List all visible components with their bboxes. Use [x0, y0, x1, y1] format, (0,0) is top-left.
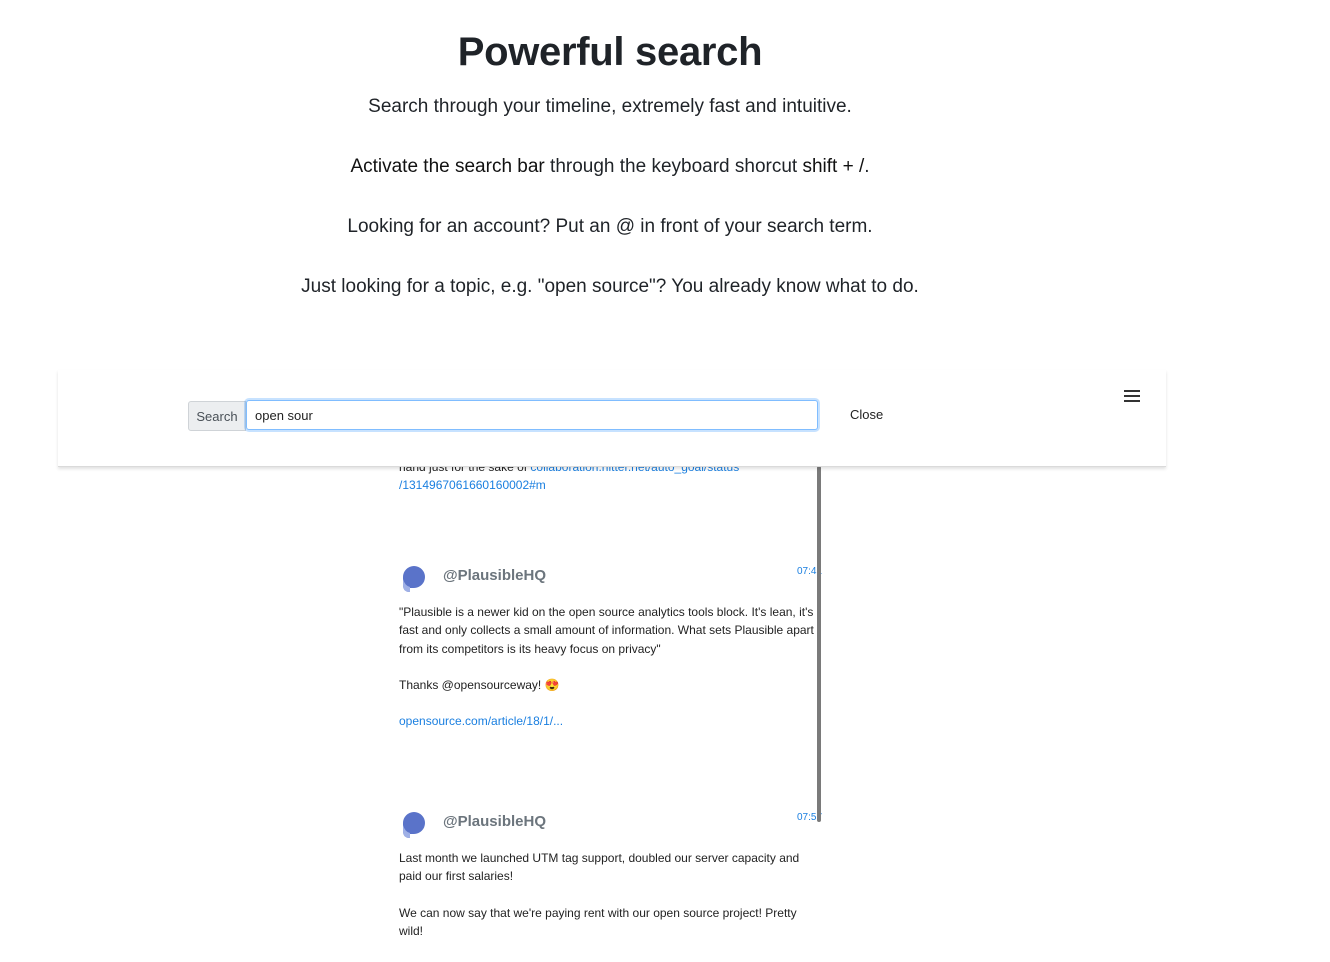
hamburger-icon[interactable]: [1124, 390, 1140, 404]
tweet-link[interactable]: opensource.com/article/18/1/...: [399, 714, 563, 728]
tweet-text: Thanks @opensourceway! 😍: [399, 677, 560, 692]
tweet-text: We can now say that we're paying rent wi…: [399, 905, 797, 938]
hero-line-3: Looking for an account? Put an @ in fron…: [347, 216, 873, 237]
hero-line-2-mid: through the keyboard shorcut: [544, 156, 803, 177]
hero-line-2-bold: Activate the search bar: [350, 156, 545, 177]
close-button[interactable]: Close: [850, 407, 883, 422]
timeline-scrollbar[interactable]: [817, 466, 821, 822]
hero-line-2-end: .: [864, 156, 870, 177]
partial-tweet: hand just for the sake of collaboration.…: [399, 466, 739, 494]
hero-line-2-shortcut: shift + /: [802, 156, 865, 177]
search-input[interactable]: [246, 400, 818, 430]
tweet-handle[interactable]: @PlausibleHQ: [443, 567, 546, 585]
page-title: Powerful search: [457, 30, 763, 74]
partial-tweet-link-2[interactable]: /1314967061660160002#m: [399, 478, 546, 492]
tweet-card: @PlausibleHQ 07:57 Last month we launche…: [399, 809, 822, 958]
tweet-text: Last month we launched UTM tag support, …: [399, 851, 800, 884]
tweet-handle[interactable]: @PlausibleHQ: [443, 813, 546, 831]
hero-line-1: Search through your timeline, extremely …: [368, 96, 852, 117]
tweet-text: "Plausible is a newer kid on the open so…: [399, 605, 814, 656]
partial-tweet-text: hand just for the sake of: [399, 466, 531, 474]
hero-line-2: Activate the search bar through the keyb…: [0, 156, 1220, 178]
partial-tweet-link[interactable]: collaboration.nitter.net/auto_goal/statu…: [530, 466, 739, 474]
search-bar: Search Close: [58, 370, 1166, 467]
tweet-card: @PlausibleHQ 07:41 "Plausible is a newer…: [399, 563, 822, 748]
hero-line-4: Just looking for a topic, e.g. "open sou…: [301, 276, 919, 297]
plausible-logo-icon[interactable]: [399, 563, 427, 593]
search-button[interactable]: Search: [188, 401, 246, 431]
plausible-logo-icon[interactable]: [399, 809, 427, 839]
timeline: hand just for the sake of collaboration.…: [390, 466, 822, 962]
